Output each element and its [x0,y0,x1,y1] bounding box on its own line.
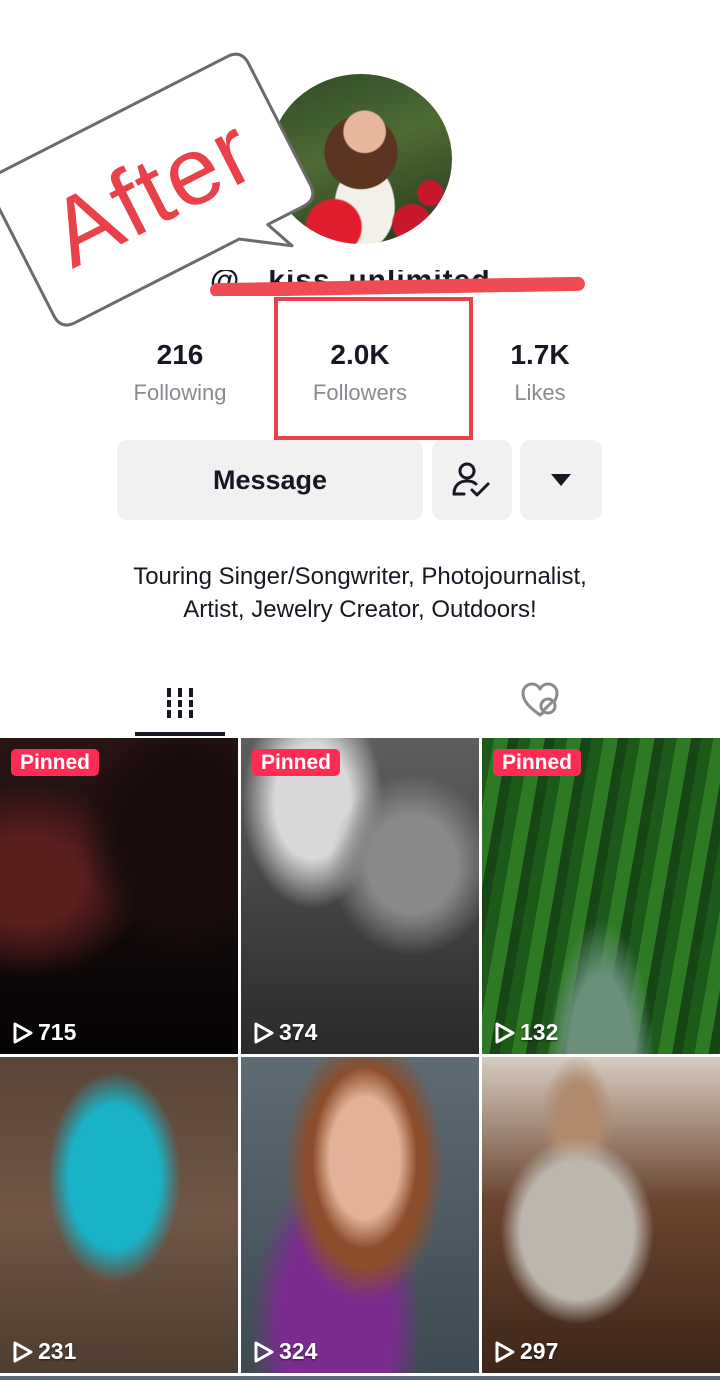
following-label: Following [133,380,227,405]
play-icon [13,1022,33,1043]
tab-liked[interactable] [500,670,580,730]
bio-line-2: Artist, Jewelry Creator, Outdoors! [183,596,537,623]
view-count-value: 324 [279,1338,318,1364]
liked-hidden-icon [521,682,559,717]
stat-likes[interactable]: 1.7K Likes [450,338,630,406]
view-count-value: 132 [520,1019,559,1045]
view-count: 132 [494,1019,558,1046]
caret-down-icon [551,474,571,486]
user-check-icon [452,462,490,497]
view-count-value: 374 [279,1019,318,1045]
bio-line-1: Touring Singer/Songwriter, Photojournali… [133,563,587,590]
view-count: 324 [253,1338,317,1365]
more-options-button[interactable] [520,440,602,520]
play-icon [495,1022,515,1043]
message-button[interactable]: Message [117,440,423,520]
following-count: 216 [156,339,204,370]
view-count: 297 [494,1338,558,1365]
stat-following[interactable]: 216 Following [90,338,270,406]
play-icon [495,1341,515,1362]
video-tile[interactable]: Pinned 374 [241,738,479,1054]
play-icon [13,1341,33,1362]
view-count: 231 [12,1338,76,1365]
grid-icon [165,688,195,718]
video-tile[interactable]: 324 [241,1057,479,1373]
likes-label: Likes [514,380,566,405]
view-count: 374 [253,1019,317,1046]
tab-videos[interactable] [135,670,225,736]
next-row-edge [0,1376,720,1380]
video-tile[interactable]: 231 [0,1057,238,1373]
pinned-badge: Pinned [252,749,341,776]
profile-bio: Touring Singer/Songwriter, Photojournali… [0,560,720,626]
video-tile[interactable]: 297 [482,1057,720,1373]
video-tile[interactable]: Pinned 132 [482,738,720,1054]
following-status-button[interactable] [432,440,512,520]
pinned-badge: Pinned [11,749,100,776]
followers-highlight-box [274,297,473,440]
tab-videos-underline [135,732,225,736]
video-tile[interactable]: Pinned 715 [0,738,238,1054]
play-icon [254,1022,274,1043]
pinned-badge: Pinned [493,749,582,776]
play-icon [254,1341,274,1362]
username-struck: @...kiss_unlimited [210,270,585,296]
likes-count: 1.7K [510,339,570,370]
view-count-value: 297 [520,1338,559,1364]
view-count-value: 231 [38,1338,77,1364]
view-count: 715 [12,1019,76,1046]
view-count-value: 715 [38,1019,77,1045]
